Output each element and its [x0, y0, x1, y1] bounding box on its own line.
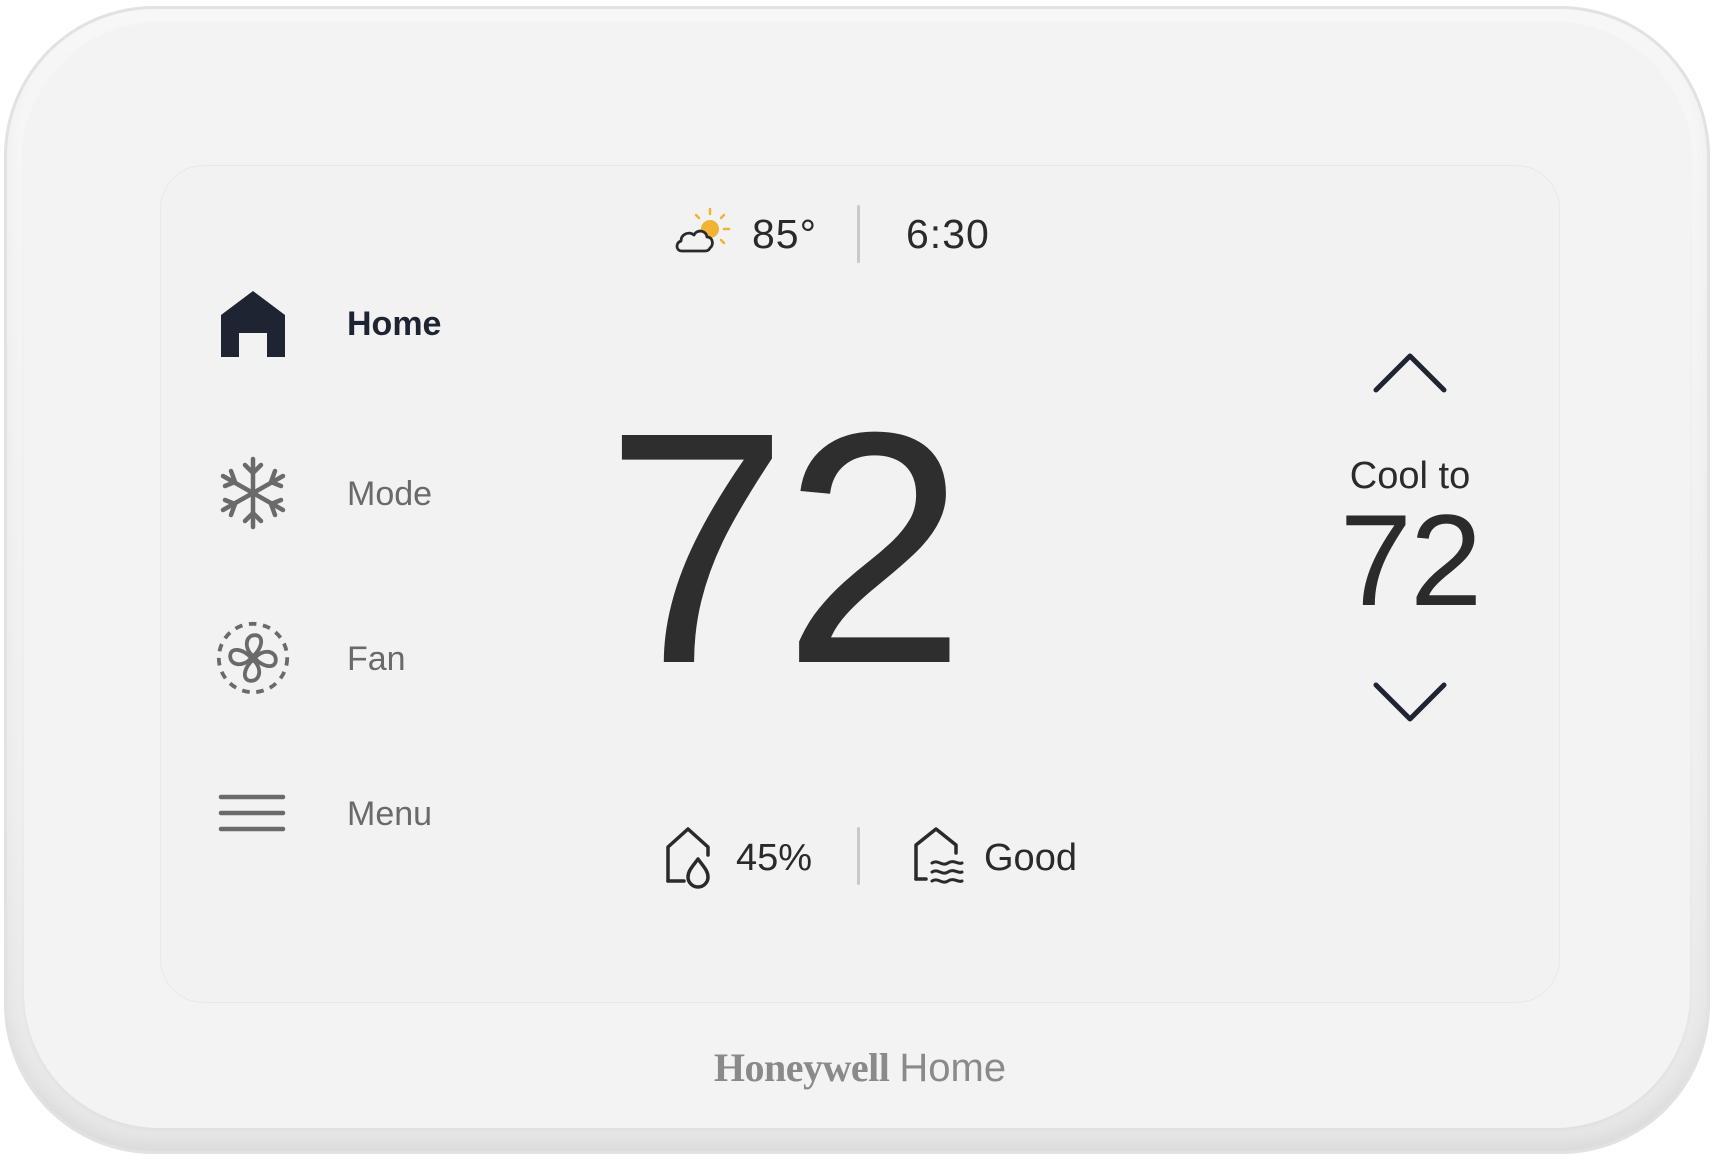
brand-name-bold: Honeywell	[713, 1045, 890, 1090]
chevron-down-icon	[1373, 682, 1447, 722]
humidity-value: 45%	[736, 837, 813, 879]
nav-item-fan[interactable]: Fan	[215, 620, 475, 700]
nav-item-mode[interactable]: Mode	[215, 455, 475, 535]
home-air-quality-icon	[914, 827, 964, 884]
top-status-bar: 85° 6:30	[160, 205, 1560, 265]
nav-label-home: Home	[347, 305, 442, 343]
setpoint-temperature: 72	[1339, 487, 1483, 633]
home-humidity-icon	[666, 827, 710, 889]
outdoor-temperature: 85°	[752, 211, 818, 257]
partly-sunny-icon	[675, 207, 731, 253]
nav-label-fan: Fan	[347, 640, 406, 678]
hamburger-menu-icon	[218, 794, 286, 832]
nav-label-mode: Mode	[347, 475, 433, 513]
chevron-up-icon	[1373, 353, 1447, 393]
nav-item-home[interactable]: Home	[215, 285, 475, 365]
air-quality-value: Good	[984, 837, 1077, 879]
status-divider	[857, 827, 860, 885]
nav-item-menu[interactable]: Menu	[215, 775, 475, 855]
home-icon	[221, 291, 285, 357]
snowflake-icon	[220, 456, 286, 530]
decrease-setpoint-button[interactable]	[1370, 675, 1450, 727]
fan-icon	[216, 621, 290, 695]
thermostat-screen: 85° 6:30 Home Mode Fan Menu 72 Cool to 7…	[160, 165, 1560, 1003]
brand-logo: Honeywell Home	[0, 1044, 1720, 1091]
clock-time: 6:30	[906, 211, 990, 257]
increase-setpoint-button[interactable]	[1370, 348, 1450, 400]
nav-label-menu: Menu	[347, 795, 433, 833]
brand-name-light: Home	[899, 1046, 1007, 1090]
current-temperature: 72	[605, 363, 966, 732]
status-divider	[857, 205, 860, 263]
